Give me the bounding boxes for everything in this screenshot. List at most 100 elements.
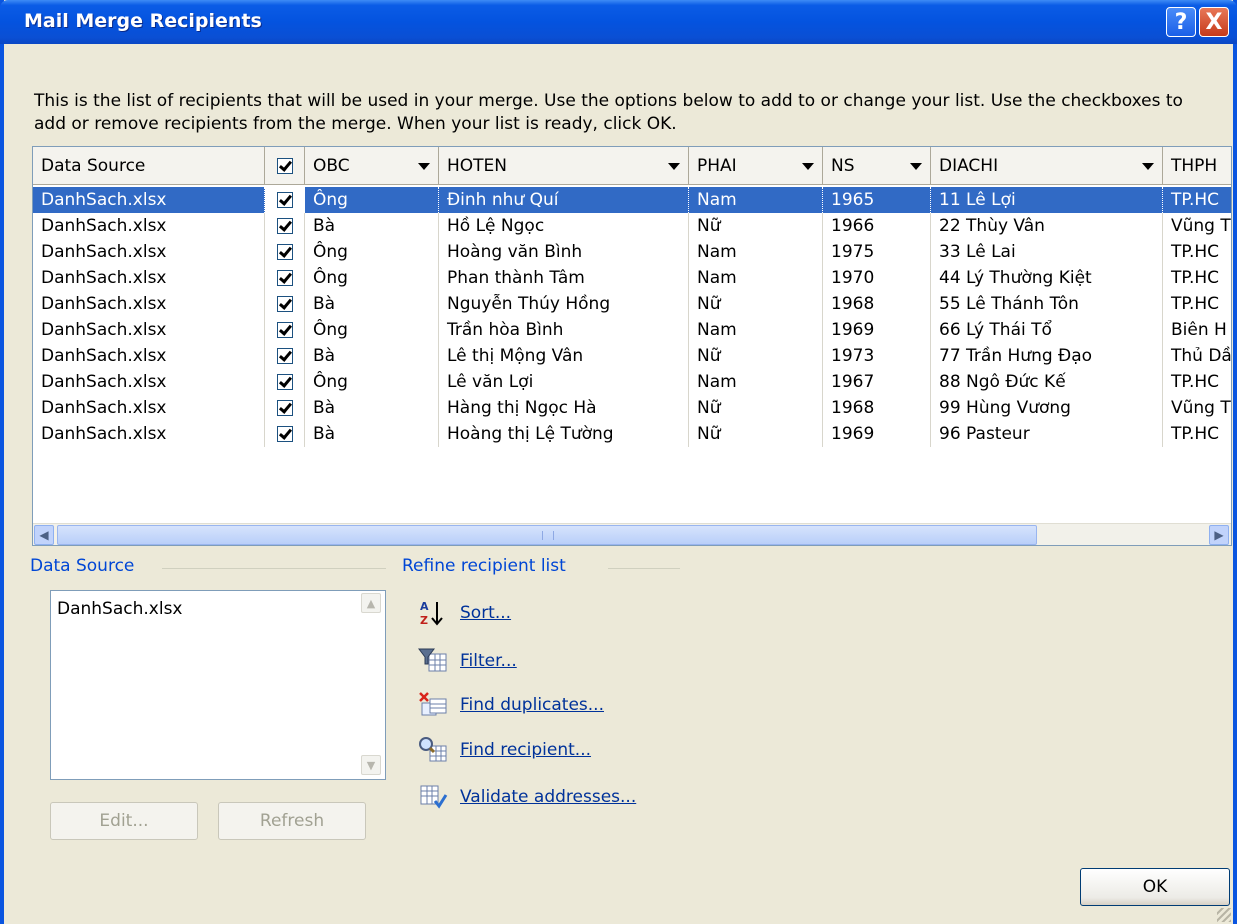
column-header-thph[interactable]: THPH	[1163, 147, 1231, 185]
cell-obc: Bà	[305, 343, 439, 369]
cell-ns: 1970	[823, 265, 931, 291]
filter-icon	[418, 647, 448, 675]
filter-link-label[interactable]: Filter...	[460, 651, 517, 671]
cell-thph: TP.HC	[1163, 265, 1231, 291]
cell-ns: 1973	[823, 343, 931, 369]
table-row[interactable]: DanhSach.xlsx Bà Nguyễn Thúy Hồng Nữ 1968 55 …	[33, 291, 1231, 317]
title-bar[interactable]: Mail Merge Recipients ? X	[0, 0, 1237, 44]
scroll-left-button[interactable]: ◀	[34, 525, 54, 545]
data-source-item[interactable]: DanhSach.xlsx	[57, 599, 183, 619]
dropdown-arrow-icon[interactable]	[802, 163, 814, 170]
svg-text:Z: Z	[420, 614, 428, 627]
scroll-up-button[interactable]: ▲	[361, 593, 381, 613]
close-button[interactable]: X	[1199, 7, 1229, 37]
dropdown-arrow-icon[interactable]	[418, 163, 430, 170]
table-row[interactable]: DanhSach.xlsx Ông Hoàng văn Bình Nam 1975 33 …	[33, 239, 1231, 265]
ok-button-label: OK	[1142, 877, 1168, 897]
row-checkbox-cell	[265, 395, 305, 421]
find-duplicates-link[interactable]: Find duplicates...	[418, 690, 604, 720]
cell-hoten: Trần hòa Bình	[439, 317, 689, 343]
table-row[interactable]: DanhSach.xlsx Bà Hồ Lệ Ngọc Nữ 1966 22 Thùy V…	[33, 213, 1231, 239]
scroll-down-button[interactable]: ▼	[361, 755, 381, 775]
cell-diachi: 55 Lê Thánh Tôn	[931, 291, 1163, 317]
chevron-up-icon: ▲	[366, 596, 376, 610]
find-recipient-link-label[interactable]: Find recipient...	[460, 740, 591, 760]
row-checkbox[interactable]	[276, 426, 293, 442]
ok-button[interactable]: OK	[1080, 868, 1230, 906]
validate-addresses-link-label[interactable]: Validate addresses...	[460, 787, 636, 807]
cell-diachi: 88 Ngô Đức Kế	[931, 369, 1163, 395]
cell-hoten: Hoàng thị Lệ Tường	[439, 421, 689, 447]
find-duplicates-link-label[interactable]: Find duplicates...	[460, 695, 604, 715]
table-row[interactable]: DanhSach.xlsx Ông Đinh như Quí Nam 1965 11 Lê…	[33, 187, 1231, 213]
refresh-button[interactable]: Refresh	[218, 802, 366, 840]
cell-thph: Vũng T	[1163, 395, 1231, 421]
cell-source: DanhSach.xlsx	[33, 343, 265, 369]
edit-button-label: Edit...	[99, 811, 149, 831]
row-checkbox[interactable]	[276, 374, 293, 390]
recipients-table[interactable]: Data Source OBC HOTEN PHAI NS DIACHI THP…	[32, 146, 1232, 546]
column-header-label: NS	[831, 156, 855, 176]
cell-diachi: 44 Lý Thường Kiệt	[931, 265, 1163, 291]
row-checkbox-cell	[265, 239, 305, 265]
dropdown-arrow-icon[interactable]	[668, 163, 680, 170]
cell-ns: 1965	[823, 187, 931, 213]
filter-link[interactable]: Filter...	[418, 646, 517, 676]
table-row[interactable]: DanhSach.xlsx Bà Hàng thị Ngọc Hà Nữ 1968 99 …	[33, 395, 1231, 421]
row-checkbox[interactable]	[276, 218, 293, 234]
cell-phai: Nam	[689, 239, 823, 265]
row-checkbox[interactable]	[276, 400, 293, 416]
scroll-right-button[interactable]: ▶	[1209, 525, 1229, 545]
horizontal-scrollbar[interactable]: ◀ ▶	[33, 523, 1231, 545]
vertical-scrollbar[interactable]: ▲ ▼	[361, 593, 383, 777]
column-header-select-all[interactable]	[265, 147, 305, 185]
column-header-data-source[interactable]: Data Source	[33, 147, 265, 185]
cell-hoten: Hoàng văn Bình	[439, 239, 689, 265]
cell-ns: 1975	[823, 239, 931, 265]
table-row[interactable]: DanhSach.xlsx Ông Lê văn Lợi Nam 1967 88 Ngô …	[33, 369, 1231, 395]
row-checkbox[interactable]	[276, 348, 293, 364]
cell-thph: Thủ Dầ	[1163, 343, 1231, 369]
table-row[interactable]: DanhSach.xlsx Bà Hoàng thị Lệ Tường Nữ 1969 9…	[33, 421, 1231, 447]
scroll-grip-icon	[542, 531, 554, 540]
row-checkbox[interactable]	[276, 244, 293, 260]
find-recipient-link[interactable]: Find recipient...	[418, 735, 591, 765]
select-all-checkbox[interactable]	[276, 158, 293, 174]
scroll-thumb[interactable]	[57, 525, 1037, 545]
chevron-right-icon: ▶	[1214, 528, 1224, 542]
cell-obc: Ông	[305, 369, 439, 395]
help-button[interactable]: ?	[1166, 7, 1196, 37]
table-row[interactable]: DanhSach.xlsx Ông Phan thành Tâm Nam 1970 44 …	[33, 265, 1231, 291]
table-row[interactable]: DanhSach.xlsx Bà Lê thị Mộng Vân Nữ 1973 77 T…	[33, 343, 1231, 369]
column-header-phai[interactable]: PHAI	[689, 147, 823, 185]
dropdown-arrow-icon[interactable]	[910, 163, 922, 170]
row-checkbox[interactable]	[276, 296, 293, 312]
column-header-hoten[interactable]: HOTEN	[439, 147, 689, 185]
column-header-diachi[interactable]: DIACHI	[931, 147, 1163, 185]
cell-source: DanhSach.xlsx	[33, 213, 265, 239]
resize-grip-icon[interactable]	[1217, 908, 1231, 922]
cell-diachi: 77 Trần Hưng Đạo	[931, 343, 1163, 369]
sort-link[interactable]: A Z Sort...	[418, 598, 511, 628]
sort-link-label[interactable]: Sort...	[460, 603, 511, 623]
cell-hoten: Lê văn Lợi	[439, 369, 689, 395]
data-source-list[interactable]: DanhSach.xlsx ▲ ▼	[50, 590, 386, 780]
table-row[interactable]: DanhSach.xlsx Ông Trần hòa Bình Nam 1969 66 L…	[33, 317, 1231, 343]
cell-diachi: 96 Pasteur	[931, 421, 1163, 447]
row-checkbox-cell	[265, 369, 305, 395]
description-text: This is the list of recipients that will…	[34, 91, 1183, 134]
row-checkbox[interactable]	[276, 270, 293, 286]
divider	[162, 568, 386, 569]
cell-thph: Biên H	[1163, 317, 1231, 343]
edit-button[interactable]: Edit...	[50, 802, 198, 840]
column-header-obc[interactable]: OBC	[305, 147, 439, 185]
cell-obc: Bà	[305, 213, 439, 239]
row-checkbox[interactable]	[276, 322, 293, 338]
cell-phai: Nam	[689, 265, 823, 291]
validate-addresses-link[interactable]: Validate addresses...	[418, 782, 636, 812]
dropdown-arrow-icon[interactable]	[1142, 163, 1154, 170]
column-header-ns[interactable]: NS	[823, 147, 931, 185]
cell-hoten: Đinh như Quí	[439, 187, 689, 213]
row-checkbox[interactable]	[276, 192, 293, 208]
row-checkbox-cell	[265, 265, 305, 291]
